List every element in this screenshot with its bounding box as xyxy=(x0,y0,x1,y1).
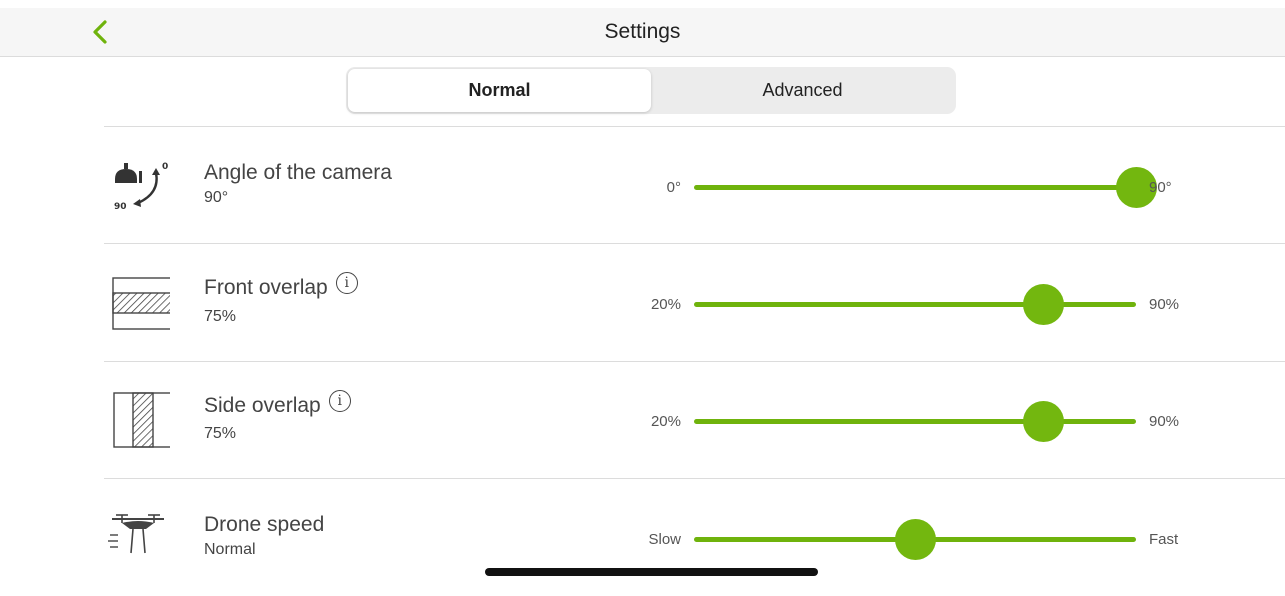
slider-max-label: 90% xyxy=(1149,413,1180,430)
setting-title: Angle of the camera xyxy=(204,161,392,185)
setting-title-text: Drone speed xyxy=(204,513,325,536)
slider-min-label: Slow xyxy=(648,531,681,548)
slider-thumb[interactable] xyxy=(1023,284,1065,325)
slider-max-label: Fast xyxy=(1149,531,1179,548)
setting-title-text: Side overlap xyxy=(204,394,321,417)
setting-title: Side overlap i xyxy=(204,390,351,418)
slider-min-label: 20% xyxy=(650,296,681,313)
setting-value: Normal xyxy=(204,541,256,558)
tab-normal[interactable]: Normal xyxy=(348,69,651,112)
top-bar: Settings xyxy=(0,8,1285,57)
setting-row-front-overlap: Front overlap i 75% 20% 90% xyxy=(0,244,1285,361)
setting-title: Front overlap i xyxy=(204,272,358,300)
front-overlap-slider[interactable] xyxy=(694,284,1136,325)
setting-title: Drone speed xyxy=(204,513,324,537)
home-indicator xyxy=(485,568,818,576)
setting-value: 75% xyxy=(204,308,237,325)
mode-segmented-control: Normal Advanced xyxy=(346,67,956,114)
tab-advanced[interactable]: Advanced xyxy=(651,69,954,112)
slider-min-label: 20% xyxy=(650,413,681,430)
slider-min-label: 0° xyxy=(666,179,681,196)
setting-row-camera-angle: 0 90 Angle of the camera 90° 0° 90° xyxy=(0,127,1285,244)
front-overlap-icon xyxy=(106,274,173,330)
drone-icon xyxy=(106,513,170,569)
setting-title-text: Angle of the camera xyxy=(204,161,392,184)
setting-value: 90° xyxy=(204,189,229,206)
page-title: Settings xyxy=(604,20,681,43)
drone-speed-slider[interactable] xyxy=(694,519,1136,560)
side-overlap-slider[interactable] xyxy=(694,401,1136,442)
side-overlap-icon xyxy=(106,390,172,448)
setting-row-side-overlap: Side overlap i 75% 20% 90% xyxy=(0,362,1285,479)
slider-thumb[interactable] xyxy=(895,519,936,560)
slider-thumb[interactable] xyxy=(1023,401,1065,442)
svg-text:90: 90 xyxy=(114,202,127,212)
info-icon[interactable]: i xyxy=(328,390,351,412)
setting-row-drone-speed: Drone speed Normal Slow Fast xyxy=(0,479,1285,596)
setting-title-text: Front overlap xyxy=(204,276,328,299)
camera-angle-slider[interactable] xyxy=(694,167,1157,208)
setting-value: 75% xyxy=(204,425,237,442)
slider-max-label: 90° xyxy=(1149,179,1172,196)
svg-text:0: 0 xyxy=(162,162,168,172)
camera-angle-icon: 0 90 xyxy=(106,157,170,213)
slider-max-label: 90% xyxy=(1149,296,1180,313)
info-icon[interactable]: i xyxy=(335,272,358,294)
